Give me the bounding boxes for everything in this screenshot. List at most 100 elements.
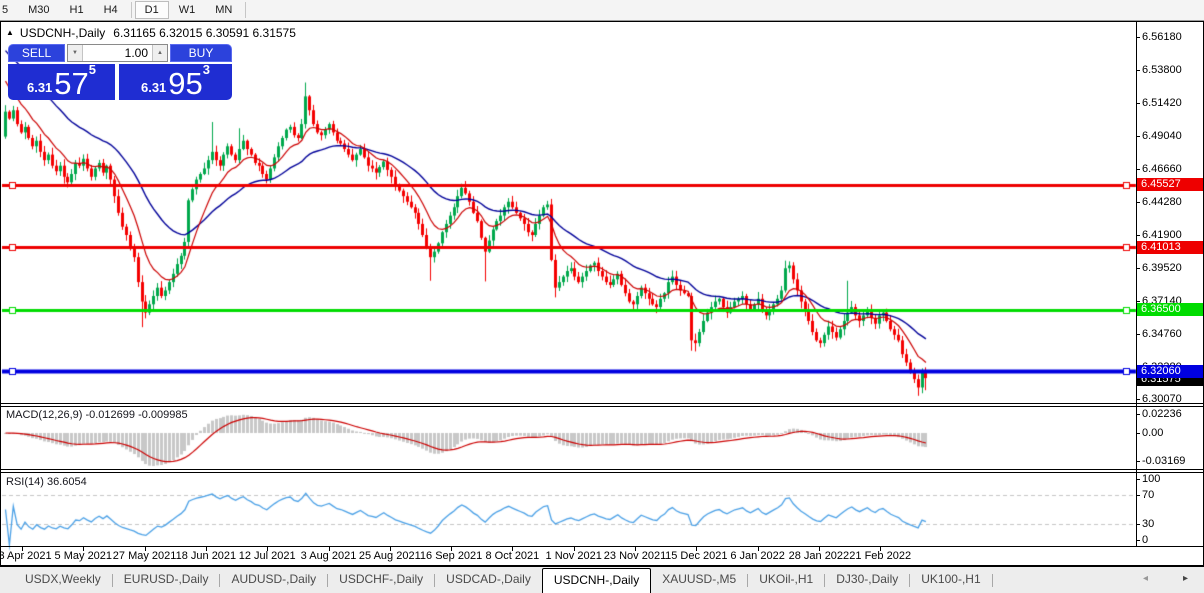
- date-tick-label: 5 May 2021: [54, 550, 113, 562]
- timeframe-button-5[interactable]: 5: [0, 1, 18, 19]
- sell-price-small: 6.31: [26, 80, 53, 95]
- tab-scroll-right-button[interactable]: ▸: [1183, 573, 1188, 584]
- hline-price-tag: 6.41013: [1137, 240, 1203, 254]
- timeframe-button-M30[interactable]: M30: [18, 1, 59, 19]
- date-tick-label: 1 Nov 2021: [545, 550, 602, 562]
- timeframe-button-MN[interactable]: MN: [205, 1, 242, 19]
- macd-tick-label: 0.02236: [1142, 408, 1182, 420]
- volume-increase-button[interactable]: ▲: [152, 45, 167, 61]
- price-tick-mark: [1136, 136, 1140, 137]
- price-tick-mark: [1136, 70, 1140, 71]
- macd-tick-label: 0.00: [1142, 427, 1164, 439]
- price-tick-label: 6.46660: [1142, 163, 1182, 175]
- chart-tab-uk100-h1[interactable]: UK100-,H1: [910, 567, 991, 593]
- hline-price-tag: 6.36500: [1137, 303, 1203, 317]
- timeframe-toolbar: 5 M30 H1 H4 D1 W1 MN: [0, 0, 1204, 21]
- price-tick-label: 6.53800: [1142, 64, 1182, 76]
- rsi-tick-label: 30: [1142, 518, 1155, 530]
- chart-tab-ukoil-h1[interactable]: UKOil-,H1: [748, 567, 824, 593]
- sell-button[interactable]: SELL: [8, 44, 65, 62]
- price-tick-label: 6.44280: [1142, 196, 1182, 208]
- chart-tab-usdchf-daily[interactable]: USDCHF-,Daily: [328, 567, 434, 593]
- date-tick-label: 12 Jul 2021: [238, 550, 296, 562]
- chart-tab-audusd-daily[interactable]: AUDUSD-,Daily: [220, 567, 327, 593]
- buy-button[interactable]: BUY: [170, 44, 232, 62]
- one-click-trading-panel: SELL ▼ ▲ BUY 6.31 57 5 6.31 95 3: [8, 44, 232, 100]
- rsi-label: RSI(14) 36.6054: [6, 476, 87, 488]
- rsi-tick-label: 100: [1142, 473, 1161, 485]
- price-tick-mark: [1136, 399, 1140, 400]
- sell-price-display[interactable]: 6.31 57 5: [8, 62, 115, 101]
- price-tick-label: 6.30070: [1142, 393, 1182, 405]
- price-tick-mark: [1136, 103, 1140, 104]
- buy-price-big: 95: [168, 66, 203, 101]
- date-tick-label: 18 Jun 2021: [175, 550, 237, 562]
- volume-spinner: ▼ ▲: [67, 44, 168, 62]
- date-tick-label: 6 Jan 2022: [730, 550, 785, 562]
- date-tick-label: 28 Jan 2022: [788, 550, 850, 562]
- macd-tick-label: -0.03169: [1142, 455, 1186, 467]
- tab-scroll-left-button[interactable]: ◂: [1143, 573, 1148, 584]
- toolbar-separator: [245, 2, 247, 18]
- chart-tab-xauusd-m5[interactable]: XAUUSD-,M5: [651, 567, 747, 593]
- price-tick-mark: [1136, 37, 1140, 38]
- price-tick-mark: [1136, 301, 1140, 302]
- rsi-tick-mark: [1136, 524, 1140, 525]
- date-tick-label: 25 Aug 2021: [358, 550, 421, 562]
- timeframe-button-W1[interactable]: W1: [169, 1, 206, 19]
- timeframe-button-H4[interactable]: H4: [94, 1, 128, 19]
- buy-price-display[interactable]: 6.31 95 3: [119, 63, 232, 101]
- rsi-panel-bottom-border: [1, 546, 1203, 547]
- macd-tick-mark: [1136, 433, 1140, 434]
- date-tick-label: 13 Apr 2021: [0, 550, 52, 562]
- date-tick-label: 3 Aug 2021: [300, 550, 357, 562]
- chart-tab-usdcnh-daily[interactable]: USDCNH-,Daily: [541, 568, 652, 593]
- price-tick-mark: [1136, 334, 1140, 335]
- chart-header: ▲ USDCNH-,Daily 6.31165 6.32015 6.30591 …: [6, 25, 296, 40]
- price-tick-label: 6.51420: [1142, 97, 1182, 109]
- price-tick-label: 6.39520: [1142, 262, 1182, 274]
- macd-label: MACD(12,26,9) -0.012699 -0.009985: [6, 409, 188, 421]
- volume-input[interactable]: [83, 45, 152, 61]
- rsi-tick-mark: [1136, 479, 1140, 480]
- hline-price-tag: 6.45527: [1137, 178, 1203, 192]
- macd-tick-mark: [1136, 461, 1140, 462]
- rsi-tick-mark: [1136, 540, 1140, 541]
- chart-tab-usdcad-daily[interactable]: USDCAD-,Daily: [435, 567, 542, 593]
- chart-tab-eurusd-daily[interactable]: EURUSD-,Daily: [113, 567, 220, 593]
- date-tick-label: 21 Feb 2022: [849, 550, 912, 562]
- buy-price-small: 6.31: [140, 80, 167, 95]
- chart-tab-usdx-weekly[interactable]: USDX,Weekly: [14, 567, 112, 593]
- date-tick-label: 27 May 2021: [112, 550, 177, 562]
- macd-panel-bottom-border: [1, 469, 1203, 470]
- chart-ohlc-values: 6.31165 6.32015 6.30591 6.31575: [113, 25, 296, 40]
- timeframe-button-D1[interactable]: D1: [134, 1, 169, 19]
- rsi-panel-splitter[interactable]: [1, 472, 1203, 473]
- price-tick-label: 6.56180: [1142, 31, 1182, 43]
- macd-panel-splitter[interactable]: [1, 406, 1203, 407]
- price-tick-label: 6.49040: [1142, 130, 1182, 142]
- collapse-panel-icon[interactable]: ▲: [6, 28, 14, 37]
- volume-decrease-button[interactable]: ▼: [68, 45, 83, 61]
- price-tick-mark: [1136, 268, 1140, 269]
- date-tick-label: 23 Nov 2021: [603, 550, 667, 562]
- chart-title: USDCNH-,Daily: [19, 25, 106, 40]
- price-tick-mark: [1136, 202, 1140, 203]
- timeframe-button-H1[interactable]: H1: [60, 1, 94, 19]
- sell-price-sup: 5: [88, 62, 97, 77]
- mt4-terminal-window: 5 M30 H1 H4 D1 W1 MN ▲ USDCNH-,Daily 6.31165 6…: [0, 0, 1204, 593]
- hline-price-tag: 6.32060: [1137, 364, 1203, 378]
- date-tick-label: 8 Oct 2021: [485, 550, 540, 562]
- toolbar-separator: [130, 2, 132, 18]
- sell-price-big: 57: [54, 66, 89, 101]
- price-axis-line: [1136, 21, 1137, 546]
- chart-tab-dj30-daily[interactable]: DJ30-,Daily: [825, 567, 909, 593]
- rsi-tick-mark: [1136, 495, 1140, 496]
- triangle-down-icon: ▼: [72, 50, 78, 56]
- macd-tick-mark: [1136, 414, 1140, 415]
- date-tick-label: 16 Sep 2021: [419, 550, 483, 562]
- price-tick-label: 6.34760: [1142, 328, 1182, 340]
- price-tick-mark: [1136, 235, 1140, 236]
- tab-separator: [991, 573, 993, 587]
- chart-tab-bar: USDX,Weekly EURUSD-,Daily AUDUSD-,Daily USD…: [0, 567, 1204, 593]
